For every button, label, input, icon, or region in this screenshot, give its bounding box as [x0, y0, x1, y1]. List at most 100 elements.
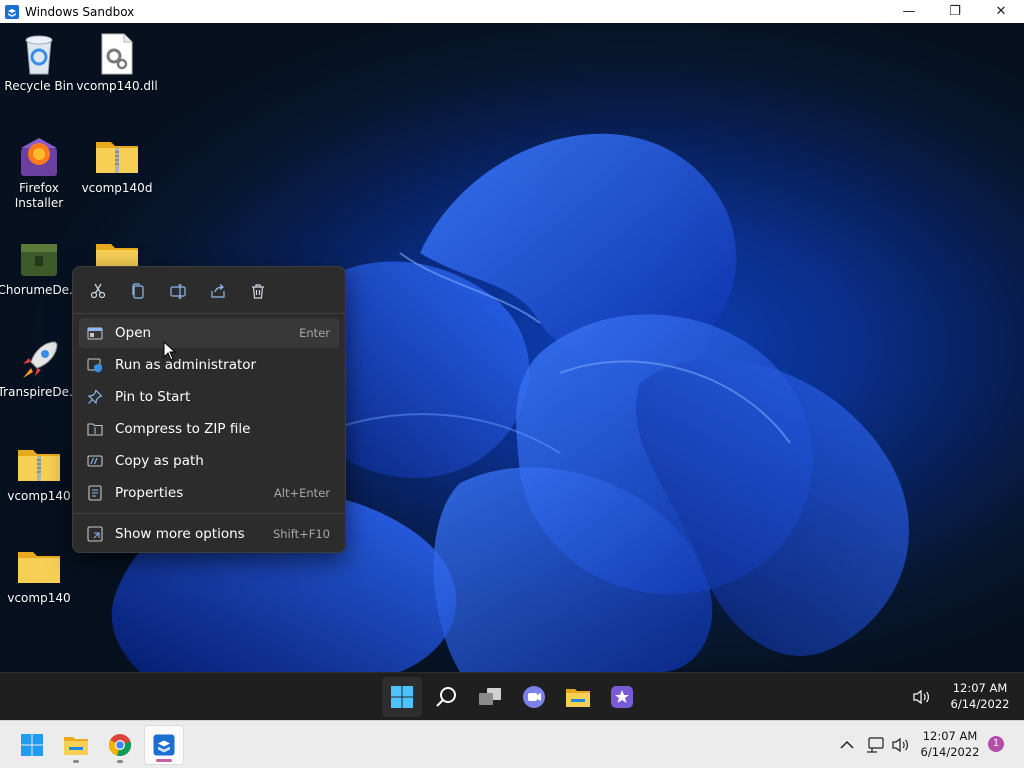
quick-actions-bar [83, 277, 273, 307]
sandbox-clock[interactable]: 12:07 AM 6/14/2022 [944, 680, 1016, 712]
sandbox-title-bar: Windows Sandbox — ❐ ✕ [0, 0, 1024, 23]
sandbox-file-explorer-button[interactable] [558, 677, 598, 717]
show-hidden-icons-button[interactable] [834, 725, 860, 765]
menu-item-copy-as-path[interactable]: Copy as path [79, 446, 339, 476]
windows-logo-icon [391, 686, 413, 708]
icon-label: vcomp140.dll [76, 79, 158, 93]
maximize-button[interactable]: ❐ [932, 0, 978, 23]
host-windows-sandbox-button[interactable] [144, 725, 184, 765]
windows-logo-icon [21, 734, 43, 756]
menu-item-label: Run as administrator [115, 357, 257, 373]
firefox-installer-icon [21, 138, 57, 176]
menu-item-shortcut: Enter [299, 326, 330, 340]
menu-item-shortcut: Alt+Enter [273, 486, 330, 500]
context-menu: Open Enter Run as administrator Pin to S… [72, 266, 346, 553]
clock-time: 12:07 AM [922, 729, 978, 743]
host-clock[interactable]: 12:07 AM 6/14/2022 [914, 728, 986, 760]
desktop-icon-vcomp140-zip[interactable]: vcomp140 [0, 441, 78, 504]
cut-button[interactable] [83, 277, 113, 305]
windows-sandbox-app-icon [153, 734, 175, 756]
desktop-icon-transpire[interactable]: TranspireDe... [0, 337, 81, 400]
dll-file-icon [101, 33, 133, 75]
host-taskbar: 12:07 AM 6/14/2022 1 [0, 720, 1024, 768]
rename-icon [170, 284, 186, 299]
icon-label: vcomp140 [7, 591, 71, 605]
trash-icon [252, 284, 264, 299]
sandbox-store-button[interactable] [602, 677, 642, 717]
store-icon [611, 686, 633, 708]
task-view-icon [479, 688, 501, 705]
menu-item-label: Copy as path [115, 453, 204, 469]
sandbox-search-button[interactable] [426, 677, 466, 717]
icon-label: Firefox Installer [14, 181, 64, 210]
rename-button[interactable] [163, 277, 193, 305]
scissors-icon [90, 283, 106, 299]
more-options-icon [87, 526, 103, 542]
sandbox-start-button[interactable] [382, 677, 422, 717]
notification-badge[interactable]: 1 [988, 736, 1004, 752]
running-indicator [117, 760, 123, 763]
menu-item-open[interactable]: Open Enter [79, 318, 339, 348]
sandbox-task-view-button[interactable] [470, 677, 510, 717]
icon-label: Recycle Bin [4, 79, 74, 93]
delete-button[interactable] [243, 277, 273, 305]
clock-date: 6/14/2022 [920, 745, 980, 759]
desktop-icon-vcomp140-folder[interactable]: vcomp140 [0, 543, 78, 606]
desktop-icon-vcomp140d[interactable]: vcomp140d [78, 133, 156, 196]
desktop-icon-recycle-bin[interactable]: Recycle Bin [0, 31, 78, 94]
rocket-icon [23, 341, 58, 378]
windows-sandbox-app-icon [5, 4, 19, 19]
copy-icon [132, 283, 144, 299]
copy-button[interactable] [123, 277, 153, 305]
desktop-icon-chorume[interactable]: ChorumeDe... [0, 235, 81, 298]
desktop-icon-vcomp140-dll[interactable]: vcomp140.dll [76, 31, 158, 94]
sandbox-taskbar: 12:07 AM 6/14/2022 [0, 672, 1024, 720]
menu-item-show-more-options[interactable]: Show more options Shift+F10 [79, 519, 339, 549]
host-file-explorer-button[interactable] [56, 725, 96, 765]
menu-item-label: Open [115, 325, 152, 341]
recycle-bin-icon [25, 35, 53, 75]
minimize-button[interactable]: — [886, 0, 932, 23]
sandbox-volume-button[interactable] [908, 677, 936, 717]
menu-separator [73, 313, 345, 314]
menu-item-compress-to-zip[interactable]: Compress to ZIP file [79, 414, 339, 444]
chevron-up-icon [840, 740, 854, 749]
open-window-icon [87, 327, 103, 340]
menu-item-properties[interactable]: Properties Alt+Enter [79, 478, 339, 508]
chat-icon [523, 686, 545, 708]
mouse-cursor-icon [163, 341, 177, 361]
minimize-icon: — [902, 4, 916, 19]
properties-icon [88, 485, 102, 501]
window-title: Windows Sandbox [25, 4, 135, 19]
host-volume-button[interactable] [888, 725, 914, 765]
host-chrome-button[interactable] [100, 725, 140, 765]
sandbox-chat-button[interactable] [514, 677, 554, 717]
menu-item-shortcut: Shift+F10 [272, 527, 330, 541]
restore-icon: ❐ [949, 4, 961, 19]
zip-folder-icon [96, 142, 138, 173]
share-button[interactable] [203, 277, 233, 305]
host-start-button[interactable] [12, 725, 52, 765]
menu-item-run-as-administrator[interactable]: Run as administrator [79, 350, 339, 380]
host-network-button[interactable] [862, 725, 888, 765]
notification-count: 1 [992, 738, 1000, 749]
menu-item-label: Pin to Start [115, 389, 191, 405]
volume-icon [913, 689, 929, 705]
running-indicator [73, 760, 79, 763]
active-indicator [156, 759, 172, 762]
search-icon [436, 687, 456, 707]
menu-item-pin-to-start[interactable]: Pin to Start [79, 382, 339, 412]
chorume-app-icon [21, 244, 57, 276]
icon-label: TranspireDe... [0, 385, 81, 399]
zip-folder-icon [18, 450, 60, 481]
pin-icon [87, 389, 103, 405]
chrome-icon [108, 734, 132, 757]
volume-icon [892, 737, 908, 753]
desktop-icon-firefox-installer[interactable]: Firefox Installer [0, 133, 78, 211]
clock-date: 6/14/2022 [950, 697, 1010, 711]
menu-item-label: Compress to ZIP file [115, 421, 251, 437]
icon-label: vcomp140 [7, 489, 71, 503]
icon-label: ChorumeDe... [0, 283, 81, 297]
menu-item-label: Properties [115, 485, 184, 501]
close-button[interactable]: ✕ [978, 0, 1024, 23]
